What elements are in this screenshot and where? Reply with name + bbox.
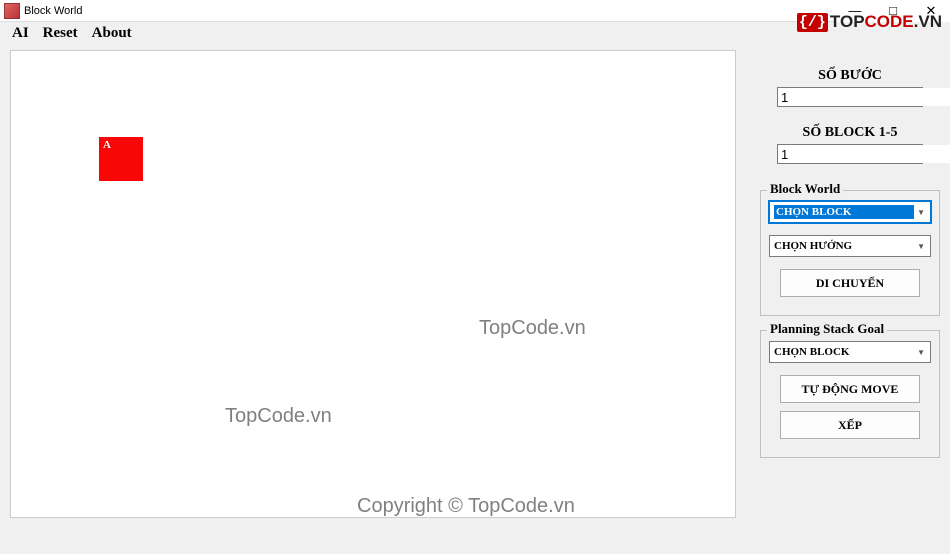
group-planning-title: Planning Stack Goal bbox=[767, 321, 887, 337]
menu-about[interactable]: About bbox=[88, 24, 136, 43]
watermark: TopCode.vn bbox=[479, 317, 586, 340]
steps-input[interactable] bbox=[778, 88, 950, 106]
menu-reset[interactable]: Reset bbox=[39, 24, 82, 43]
watermark: TopCode.vn bbox=[225, 405, 332, 428]
combo-select-block-text: CHỌN BLOCK bbox=[774, 205, 914, 219]
brand-top: TOP bbox=[830, 12, 865, 31]
chevron-down-icon: ▼ bbox=[914, 348, 928, 357]
group-planning: Planning Stack Goal CHỌN BLOCK ▼ TỰ ĐỘNG… bbox=[760, 330, 940, 458]
blocks-input[interactable] bbox=[778, 145, 950, 163]
move-button[interactable]: DI CHUYỂN bbox=[780, 269, 920, 297]
menu-ai[interactable]: AI bbox=[8, 24, 33, 43]
canvas-area[interactable]: A TopCode.vn TopCode.vn Copyright © TopC… bbox=[10, 50, 736, 518]
brand-vn: .VN bbox=[914, 12, 942, 31]
auto-move-button[interactable]: TỰ ĐỘNG MOVE bbox=[780, 375, 920, 403]
app-icon bbox=[4, 3, 20, 19]
steps-label: SỐ BƯỚC bbox=[760, 68, 940, 84]
block-a[interactable]: A bbox=[99, 137, 143, 181]
brand-logo: {/} TOPCODE.VN bbox=[797, 12, 942, 32]
combo-plan-block[interactable]: CHỌN BLOCK ▼ bbox=[769, 341, 931, 363]
blocks-label: SỐ BLOCK 1-5 bbox=[760, 125, 940, 141]
combo-plan-block-text: CHỌN BLOCK bbox=[774, 346, 914, 358]
group-blockworld: Block World CHỌN BLOCK ▼ CHỌN HƯỚNG ▼ DI… bbox=[760, 190, 940, 316]
window-title: Block World bbox=[24, 5, 82, 17]
stack-button[interactable]: XẾP bbox=[780, 411, 920, 439]
group-blockworld-title: Block World bbox=[767, 181, 843, 197]
combo-select-direction-text: CHỌN HƯỚNG bbox=[774, 240, 914, 252]
watermark-copyright: Copyright © TopCode.vn bbox=[357, 495, 575, 518]
steps-numeric[interactable]: ▲ ▼ bbox=[777, 87, 923, 107]
combo-select-block[interactable]: CHỌN BLOCK ▼ bbox=[769, 201, 931, 223]
brand-code: CODE bbox=[865, 12, 914, 31]
right-panel: SỐ BƯỚC ▲ ▼ SỐ BLOCK 1-5 ▲ ▼ Block World… bbox=[760, 50, 940, 458]
chevron-down-icon: ▼ bbox=[914, 242, 928, 251]
combo-select-direction[interactable]: CHỌN HƯỚNG ▼ bbox=[769, 235, 931, 257]
blocks-numeric[interactable]: ▲ ▼ bbox=[777, 144, 923, 164]
chevron-down-icon: ▼ bbox=[914, 208, 928, 217]
brand-bracket: {/} bbox=[797, 13, 828, 32]
block-a-label: A bbox=[103, 139, 111, 151]
